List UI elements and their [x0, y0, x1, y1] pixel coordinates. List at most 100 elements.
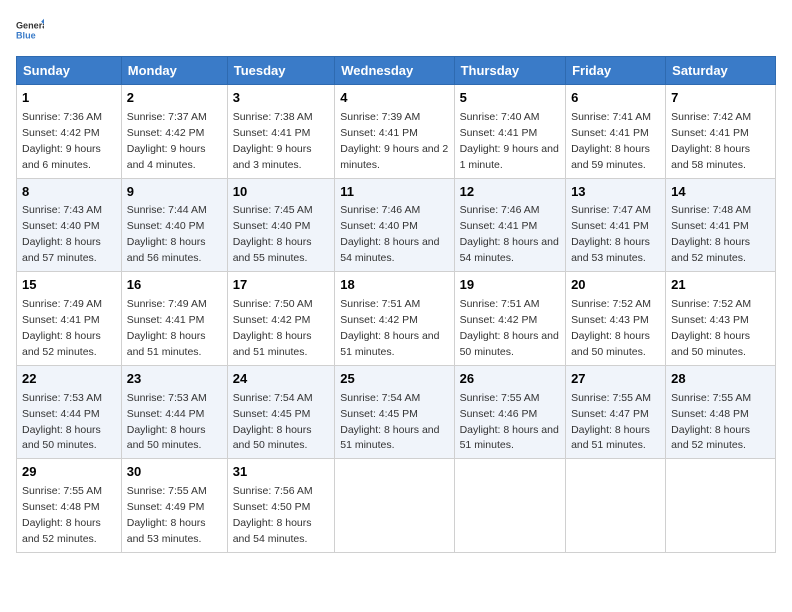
day-sunrise: Sunrise: 7:51 AM — [340, 298, 420, 310]
day-number: 13 — [571, 183, 660, 202]
day-sunrise: Sunrise: 7:55 AM — [127, 485, 207, 497]
day-sunset: Sunset: 4:45 PM — [340, 408, 418, 420]
day-sunrise: Sunrise: 7:48 AM — [671, 204, 751, 216]
day-sunset: Sunset: 4:41 PM — [127, 314, 205, 326]
day-number: 27 — [571, 370, 660, 389]
day-cell: 29 Sunrise: 7:55 AM Sunset: 4:48 PM Dayl… — [17, 459, 122, 553]
day-number: 18 — [340, 276, 448, 295]
week-row-3: 15 Sunrise: 7:49 AM Sunset: 4:41 PM Dayl… — [17, 272, 776, 366]
day-sunset: Sunset: 4:43 PM — [571, 314, 649, 326]
day-number: 19 — [460, 276, 560, 295]
day-cell: 12 Sunrise: 7:46 AM Sunset: 4:41 PM Dayl… — [454, 178, 565, 272]
day-number: 22 — [22, 370, 116, 389]
day-daylight: Daylight: 9 hours and 6 minutes. — [22, 143, 101, 171]
day-sunset: Sunset: 4:43 PM — [671, 314, 749, 326]
day-sunrise: Sunrise: 7:47 AM — [571, 204, 651, 216]
day-daylight: Daylight: 8 hours and 59 minutes. — [571, 143, 650, 171]
day-number: 10 — [233, 183, 330, 202]
day-cell: 22 Sunrise: 7:53 AM Sunset: 4:44 PM Dayl… — [17, 365, 122, 459]
day-daylight: Daylight: 8 hours and 54 minutes. — [460, 236, 559, 264]
day-sunset: Sunset: 4:50 PM — [233, 501, 311, 513]
day-cell: 24 Sunrise: 7:54 AM Sunset: 4:45 PM Dayl… — [227, 365, 335, 459]
day-sunrise: Sunrise: 7:45 AM — [233, 204, 313, 216]
day-cell: 3 Sunrise: 7:38 AM Sunset: 4:41 PM Dayli… — [227, 85, 335, 179]
day-daylight: Daylight: 8 hours and 51 minutes. — [127, 330, 206, 358]
day-daylight: Daylight: 9 hours and 1 minute. — [460, 143, 559, 171]
day-sunset: Sunset: 4:41 PM — [233, 127, 311, 139]
day-cell: 18 Sunrise: 7:51 AM Sunset: 4:42 PM Dayl… — [335, 272, 454, 366]
day-cell: 13 Sunrise: 7:47 AM Sunset: 4:41 PM Dayl… — [566, 178, 666, 272]
day-sunset: Sunset: 4:44 PM — [22, 408, 100, 420]
day-number: 8 — [22, 183, 116, 202]
day-sunrise: Sunrise: 7:55 AM — [460, 392, 540, 404]
week-row-1: 1 Sunrise: 7:36 AM Sunset: 4:42 PM Dayli… — [17, 85, 776, 179]
day-sunrise: Sunrise: 7:46 AM — [460, 204, 540, 216]
day-cell: 6 Sunrise: 7:41 AM Sunset: 4:41 PM Dayli… — [566, 85, 666, 179]
day-sunset: Sunset: 4:41 PM — [22, 314, 100, 326]
day-sunset: Sunset: 4:42 PM — [460, 314, 538, 326]
week-row-5: 29 Sunrise: 7:55 AM Sunset: 4:48 PM Dayl… — [17, 459, 776, 553]
day-cell: 14 Sunrise: 7:48 AM Sunset: 4:41 PM Dayl… — [666, 178, 776, 272]
svg-text:General: General — [16, 21, 44, 31]
day-daylight: Daylight: 8 hours and 54 minutes. — [233, 517, 312, 545]
col-header-saturday: Saturday — [666, 57, 776, 85]
day-daylight: Daylight: 8 hours and 53 minutes. — [571, 236, 650, 264]
day-daylight: Daylight: 8 hours and 50 minutes. — [571, 330, 650, 358]
day-sunrise: Sunrise: 7:50 AM — [233, 298, 313, 310]
day-cell — [454, 459, 565, 553]
day-cell — [566, 459, 666, 553]
day-number: 5 — [460, 89, 560, 108]
week-row-4: 22 Sunrise: 7:53 AM Sunset: 4:44 PM Dayl… — [17, 365, 776, 459]
day-sunset: Sunset: 4:40 PM — [22, 220, 100, 232]
week-row-2: 8 Sunrise: 7:43 AM Sunset: 4:40 PM Dayli… — [17, 178, 776, 272]
day-number: 24 — [233, 370, 330, 389]
day-sunset: Sunset: 4:47 PM — [571, 408, 649, 420]
day-sunset: Sunset: 4:41 PM — [571, 127, 649, 139]
day-daylight: Daylight: 9 hours and 2 minutes. — [340, 143, 448, 171]
day-cell: 28 Sunrise: 7:55 AM Sunset: 4:48 PM Dayl… — [666, 365, 776, 459]
day-daylight: Daylight: 8 hours and 58 minutes. — [671, 143, 750, 171]
day-sunset: Sunset: 4:41 PM — [460, 127, 538, 139]
day-cell: 8 Sunrise: 7:43 AM Sunset: 4:40 PM Dayli… — [17, 178, 122, 272]
day-cell: 2 Sunrise: 7:37 AM Sunset: 4:42 PM Dayli… — [121, 85, 227, 179]
header: General Blue — [16, 16, 776, 44]
day-cell: 20 Sunrise: 7:52 AM Sunset: 4:43 PM Dayl… — [566, 272, 666, 366]
day-sunset: Sunset: 4:49 PM — [127, 501, 205, 513]
col-header-tuesday: Tuesday — [227, 57, 335, 85]
day-sunrise: Sunrise: 7:49 AM — [22, 298, 102, 310]
day-sunrise: Sunrise: 7:54 AM — [233, 392, 313, 404]
day-number: 29 — [22, 463, 116, 482]
day-number: 1 — [22, 89, 116, 108]
day-daylight: Daylight: 8 hours and 52 minutes. — [671, 424, 750, 452]
day-sunrise: Sunrise: 7:39 AM — [340, 111, 420, 123]
day-sunset: Sunset: 4:40 PM — [233, 220, 311, 232]
day-sunset: Sunset: 4:41 PM — [460, 220, 538, 232]
day-daylight: Daylight: 8 hours and 50 minutes. — [460, 330, 559, 358]
day-cell: 30 Sunrise: 7:55 AM Sunset: 4:49 PM Dayl… — [121, 459, 227, 553]
day-daylight: Daylight: 8 hours and 50 minutes. — [127, 424, 206, 452]
day-number: 28 — [671, 370, 770, 389]
day-daylight: Daylight: 8 hours and 52 minutes. — [22, 330, 101, 358]
day-number: 12 — [460, 183, 560, 202]
svg-text:Blue: Blue — [16, 30, 36, 40]
day-number: 6 — [571, 89, 660, 108]
day-sunrise: Sunrise: 7:53 AM — [127, 392, 207, 404]
day-sunrise: Sunrise: 7:51 AM — [460, 298, 540, 310]
day-cell: 16 Sunrise: 7:49 AM Sunset: 4:41 PM Dayl… — [121, 272, 227, 366]
col-header-friday: Friday — [566, 57, 666, 85]
day-sunrise: Sunrise: 7:43 AM — [22, 204, 102, 216]
day-cell: 19 Sunrise: 7:51 AM Sunset: 4:42 PM Dayl… — [454, 272, 565, 366]
day-sunrise: Sunrise: 7:55 AM — [571, 392, 651, 404]
day-sunrise: Sunrise: 7:36 AM — [22, 111, 102, 123]
day-number: 17 — [233, 276, 330, 295]
day-number: 11 — [340, 183, 448, 202]
day-number: 16 — [127, 276, 222, 295]
day-sunset: Sunset: 4:42 PM — [127, 127, 205, 139]
day-number: 20 — [571, 276, 660, 295]
day-number: 30 — [127, 463, 222, 482]
day-sunrise: Sunrise: 7:55 AM — [671, 392, 751, 404]
day-daylight: Daylight: 8 hours and 51 minutes. — [571, 424, 650, 452]
day-number: 23 — [127, 370, 222, 389]
day-cell: 9 Sunrise: 7:44 AM Sunset: 4:40 PM Dayli… — [121, 178, 227, 272]
day-daylight: Daylight: 9 hours and 4 minutes. — [127, 143, 206, 171]
